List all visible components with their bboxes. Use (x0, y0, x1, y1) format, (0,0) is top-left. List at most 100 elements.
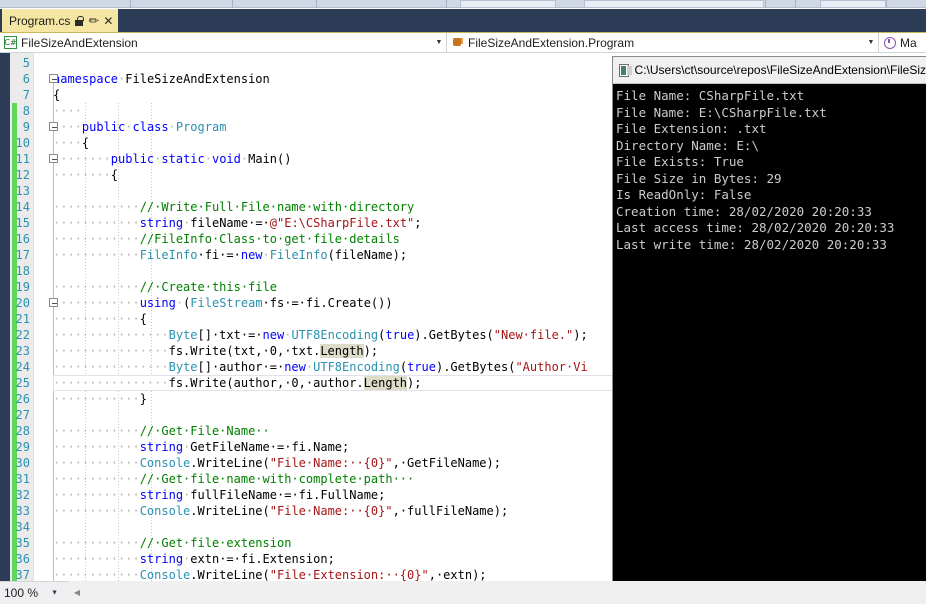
code-token: //·Create·this·file (139, 280, 277, 294)
console-output-line: Directory Name: E:\ (616, 137, 759, 153)
line-number: 25 (15, 376, 30, 390)
code-token: ); (363, 344, 379, 358)
toolbar-combo[interactable] (460, 0, 556, 8)
code-token: "Author·Vi (515, 360, 588, 374)
document-tab-program-cs[interactable]: Program.cs ✐ ✕ (2, 9, 119, 32)
line-number: 32 (15, 488, 30, 502)
line-number: 24 (15, 360, 30, 374)
code-token: //·Get·file·extension (139, 536, 292, 550)
code-token: ········ (53, 168, 111, 182)
outlining-collapse-button[interactable] (49, 154, 58, 163)
line-number: 8 (22, 104, 30, 118)
code-token: Length (363, 376, 408, 390)
chevron-down-icon[interactable]: ▼ (432, 33, 446, 52)
code-token: //·Get·file·name·with·complete·path··· (139, 472, 415, 486)
code-token: true (407, 360, 436, 374)
line-number: 30 (15, 456, 30, 470)
toolbar-strip[interactable] (0, 0, 926, 8)
code-token: ).GetBytes( (414, 328, 494, 342)
toolbar-combo[interactable] (820, 0, 886, 8)
pin-icon[interactable]: ✐ (85, 12, 102, 29)
code-token: ,·fullFileName); (392, 504, 509, 518)
code-token: ············ (53, 440, 140, 454)
close-icon[interactable]: ✕ (103, 15, 113, 27)
outlining-collapse-button[interactable] (49, 298, 58, 307)
project-dropdown[interactable]: C# FileSizeAndExtension ▼ (0, 33, 447, 52)
line-number: 31 (15, 472, 30, 486)
code-token: .WriteLine( (190, 456, 270, 470)
line-number: 14 (15, 200, 30, 214)
code-token: ················ (53, 360, 169, 374)
line-number: 28 (15, 424, 30, 438)
code-token: string (139, 440, 184, 454)
code-token: using (139, 296, 176, 310)
toolbar-separator (795, 0, 796, 8)
code-line-text: ···· (53, 103, 82, 119)
code-token: ············ (53, 248, 140, 262)
console-title-text: C:\Users\ct\source\repos\FileSizeAndExte… (634, 63, 926, 77)
type-dropdown[interactable]: FileSizeAndExtension.Program ▼ (447, 33, 879, 52)
navigation-bar: C# FileSizeAndExtension ▼ FileSizeAndExt… (0, 32, 926, 53)
code-token: ············ (53, 280, 140, 294)
code-token: Console (139, 504, 191, 518)
member-dropdown[interactable]: Ma (879, 33, 926, 52)
code-line-text: ············Console.WriteLine("File·Name… (53, 503, 508, 519)
code-line-text: namespace·FileSizeAndExtension (53, 71, 270, 87)
line-number: 37 (15, 568, 30, 581)
console-output-line: Last write time: 28/02/2020 20:20:33 (616, 236, 887, 252)
line-number: 12 (15, 168, 30, 182)
line-number: 16 (15, 232, 30, 246)
code-line-text: ············Console.WriteLine("File·Exte… (53, 567, 487, 581)
console-output-line: Is ReadOnly: False (616, 187, 752, 202)
code-token: ················ (53, 328, 169, 342)
code-line-text: ············string·fileName·=·@"E:\CShar… (53, 215, 422, 231)
code-token: · (175, 296, 184, 310)
code-token: Console (139, 568, 191, 581)
code-token: ,·GetFileName); (392, 456, 501, 470)
console-title-bar[interactable]: C:\Users\ct\source\repos\FileSizeAndExte… (613, 57, 926, 84)
code-line-text: ············//·Create·this·file (53, 279, 277, 295)
line-number: 6 (22, 72, 30, 86)
toolbar-separator (316, 0, 317, 8)
lock-icon[interactable] (75, 16, 84, 26)
line-number: 5 (22, 56, 30, 70)
console-output-line: File Size in Bytes: 29 (616, 170, 782, 186)
code-token: FileSizeAndExtension (125, 72, 270, 86)
code-line-text: ············} (53, 391, 147, 407)
console-window[interactable]: C:\Users\ct\source\repos\FileSizeAndExte… (612, 56, 926, 604)
console-output-line: File Name: E:\CSharpFile.txt (616, 104, 827, 120)
code-line-text: ············string·GetFileName·=·fi.Name… (53, 439, 349, 455)
chevron-down-icon[interactable]: ▼ (51, 590, 58, 597)
code-token: ················ (53, 376, 169, 390)
code-line-text: ············//·Write·Full·File·name·with… (53, 199, 414, 215)
code-token: fileName·=· (190, 216, 270, 230)
code-token: Console (139, 456, 191, 470)
zoom-level-dropdown[interactable]: 100 % ▼ (0, 581, 66, 604)
code-line-text: ············//FileInfo·Class·to·get·file… (53, 231, 400, 247)
scrollbar-track[interactable] (85, 581, 926, 604)
code-token: new (240, 248, 263, 262)
line-number: 7 (22, 88, 30, 102)
code-token: ············ (53, 424, 140, 438)
scroll-left-arrow-icon[interactable]: ◀ (69, 581, 85, 604)
line-number: 11 (15, 152, 30, 166)
chevron-down-icon[interactable]: ▼ (864, 33, 878, 52)
code-token: · (168, 120, 176, 134)
toolbar-separator (765, 0, 766, 8)
code-token: ); (407, 376, 422, 390)
code-token: public (110, 152, 155, 166)
code-token: "New·file." (493, 328, 574, 342)
toolbar-combo[interactable] (584, 0, 764, 8)
console-output-line: File Extension: .txt (616, 121, 767, 136)
code-line-text: ············FileInfo·fi·=·new·FileInfo(f… (53, 247, 407, 263)
toolbar-separator (446, 0, 447, 8)
outlining-collapse-button[interactable] (49, 74, 58, 83)
outlining-collapse-button[interactable] (49, 122, 58, 131)
code-token: void (211, 152, 241, 166)
line-number: 36 (15, 552, 30, 566)
code-token: ············ (53, 552, 140, 566)
code-token: · (262, 248, 270, 262)
code-token: Program (175, 120, 227, 134)
horizontal-scrollbar[interactable]: ◀ (69, 581, 926, 604)
code-token: ············ (53, 488, 140, 502)
